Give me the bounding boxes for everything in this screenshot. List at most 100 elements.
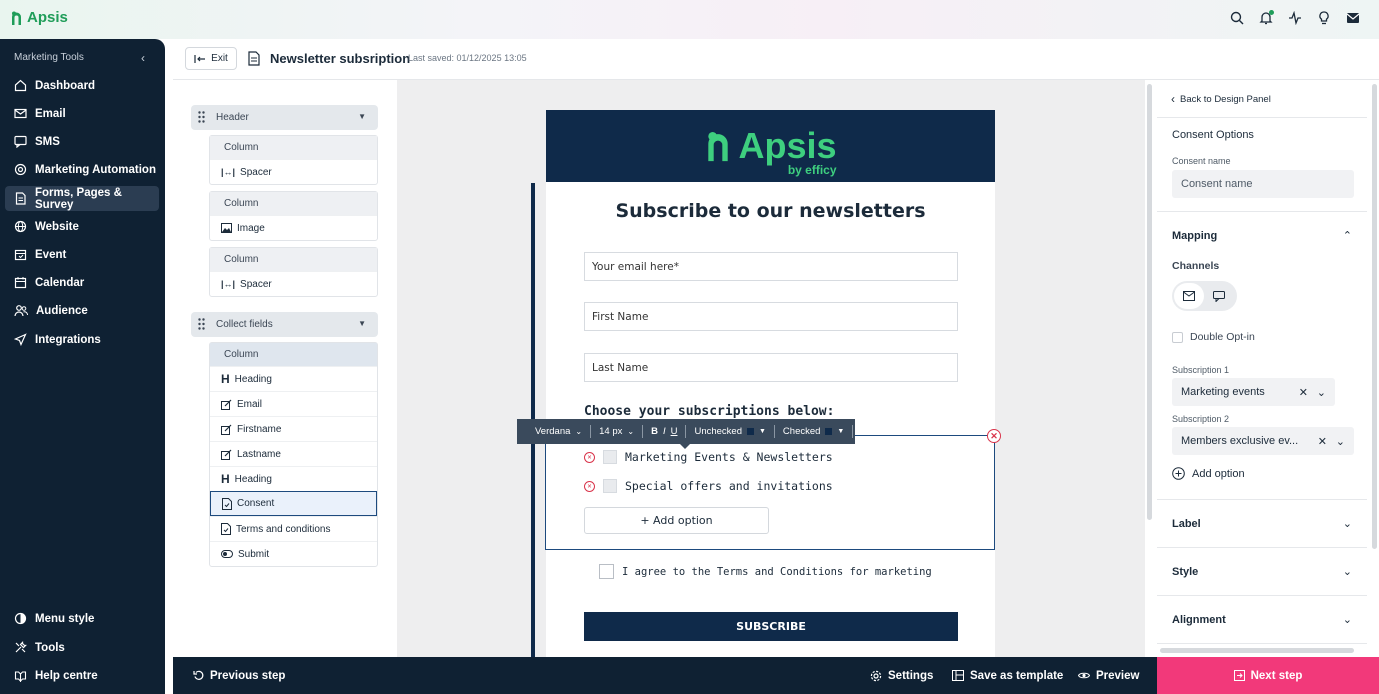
previous-step-button[interactable]: Previous step [193, 657, 285, 694]
column-card[interactable]: Column Image [209, 191, 378, 241]
block-row[interactable]: |↔| Spacer [210, 159, 377, 184]
option-label[interactable]: Marketing Events & Newsletters [625, 450, 833, 464]
sidebar-item-website[interactable]: Website [5, 214, 159, 239]
sidebar-item-forms-pages-survey[interactable]: Forms, Pages & Survey [5, 186, 159, 211]
divider [1157, 547, 1367, 548]
underline-button[interactable]: U [671, 426, 678, 437]
chevron-down-icon[interactable]: ⌄ [1336, 435, 1345, 448]
sms-channel-icon[interactable] [1204, 283, 1234, 309]
sidebar-item-integrations[interactable]: Integrations [5, 327, 159, 352]
option-checkbox[interactable] [603, 479, 617, 493]
block-row[interactable]: Submit [210, 541, 377, 566]
panel-scrollbar[interactable] [1372, 84, 1377, 549]
option-label[interactable]: Special offers and invitations [625, 479, 833, 493]
italic-button[interactable]: I [663, 426, 666, 437]
sidebar-item-label: Tools [35, 641, 65, 654]
canvas-scrollbar[interactable] [1147, 84, 1152, 520]
subscription-1-select[interactable]: Marketing events ✕ ⌄ [1172, 378, 1335, 406]
email-channel-icon[interactable] [1174, 283, 1204, 309]
save-as-template-button[interactable]: Save as template [952, 657, 1063, 694]
remove-option-icon[interactable]: ✕ [584, 451, 595, 463]
add-option-link[interactable]: Add option [1172, 467, 1245, 480]
last-name-field[interactable]: Last Name [584, 353, 958, 382]
double-optin-checkbox[interactable] [1172, 331, 1183, 343]
add-option-button[interactable]: + Add option [584, 507, 769, 534]
settings-button[interactable]: Settings [870, 657, 933, 694]
email-field[interactable]: Your email here* [584, 252, 958, 281]
bold-button[interactable]: B [651, 426, 658, 437]
block-row[interactable]: Firstname [210, 416, 377, 441]
sidebar-item-event[interactable]: Event [5, 242, 159, 267]
form-header-banner[interactable]: Apsis by efficy [546, 110, 995, 182]
sidebar-item-tools[interactable]: Tools [5, 635, 159, 660]
caret-down-icon[interactable]: ▼ [358, 319, 366, 328]
remove-block-icon[interactable]: ✕ [987, 429, 1001, 443]
exit-button[interactable]: Exit [185, 47, 237, 70]
back-to-design-panel-link[interactable]: ‹ Back to Design Panel [1171, 92, 1271, 106]
consent-option[interactable]: ✕ Marketing Events & Newsletters [584, 450, 833, 464]
add-option-label: Add option [1192, 467, 1245, 480]
block-row[interactable]: |↔| Spacer [210, 271, 377, 296]
sidebar-item-menu-style[interactable]: Menu style [5, 606, 159, 631]
sidebar-item-help-centre[interactable]: Help centre [5, 663, 159, 688]
divider [1157, 643, 1367, 644]
sidebar-item-sms[interactable]: SMS [5, 129, 159, 154]
apsis-logo[interactable]: Apsis [10, 9, 68, 26]
sidebar-item-marketing-automation[interactable]: Marketing Automation [5, 157, 159, 182]
column-card[interactable]: Column H Heading Email Firstname Lastname… [209, 342, 378, 567]
subscription-2-select[interactable]: Members exclusive ev... ✕ ⌄ [1172, 427, 1354, 455]
activity-icon[interactable] [1287, 10, 1303, 26]
checked-color-select[interactable]: Checked ▼ [775, 425, 854, 438]
option-checkbox[interactable] [603, 450, 617, 464]
search-icon[interactable] [1229, 10, 1245, 26]
drag-handle-icon[interactable] [198, 111, 205, 126]
remove-option-icon[interactable]: ✕ [584, 480, 595, 492]
sidebar-item-dashboard[interactable]: Dashboard [5, 73, 159, 98]
form-heading[interactable]: Subscribe to our newsletters [546, 200, 995, 222]
collect-fields-group[interactable]: Collect fields ▼ [191, 312, 378, 337]
bell-icon[interactable] [1258, 10, 1274, 26]
last-saved-text: Last saved: 01/12/2025 13:05 [408, 53, 527, 63]
column-card[interactable]: Column |↔| Spacer [209, 247, 378, 297]
clear-icon[interactable]: ✕ [1299, 386, 1308, 399]
label-section-header[interactable]: Label ⌄ [1172, 517, 1352, 531]
block-row-selected[interactable]: Consent [210, 491, 377, 516]
font-size-select[interactable]: 14 px ⌄ [591, 425, 644, 438]
clear-icon[interactable]: ✕ [1318, 435, 1327, 448]
column-label: Column [210, 343, 377, 366]
collapse-chevron-icon[interactable]: ‹ [141, 51, 145, 65]
caret-down-icon[interactable]: ▼ [358, 112, 366, 121]
header-group[interactable]: Header ▼ [191, 105, 378, 130]
alignment-section-header[interactable]: Alignment ⌄ [1172, 613, 1352, 627]
sidebar-item-email[interactable]: Email [5, 101, 159, 126]
next-step-button[interactable]: Next step [1157, 657, 1379, 694]
first-name-field[interactable]: First Name [584, 302, 958, 331]
column-card[interactable]: Column |↔| Spacer [209, 135, 378, 185]
double-optin-row[interactable]: Double Opt-in [1172, 331, 1255, 343]
consent-option[interactable]: ✕ Special offers and invitations [584, 479, 833, 493]
page-title[interactable]: Newsletter subsription [270, 51, 410, 66]
sidebar-item-audience[interactable]: Audience [5, 298, 159, 323]
subscribe-button[interactable]: SUBSCRIBE [584, 612, 958, 641]
block-row[interactable]: H Heading [210, 366, 377, 391]
block-row[interactable]: Email [210, 391, 377, 416]
block-row[interactable]: Terms and conditions [210, 516, 377, 541]
chevron-down-icon[interactable]: ⌄ [1317, 386, 1326, 399]
style-section-header[interactable]: Style ⌄ [1172, 565, 1352, 579]
terms-checkbox[interactable] [599, 564, 614, 579]
block-row[interactable]: H Heading [210, 466, 377, 491]
unchecked-color-select[interactable]: Unchecked ▼ [686, 425, 775, 438]
drag-handle-icon[interactable] [198, 318, 205, 333]
sidebar-item-calendar[interactable]: Calendar [5, 270, 159, 295]
subscriptions-heading[interactable]: Choose your subscriptions below: [584, 404, 834, 419]
block-row[interactable]: Lastname [210, 441, 377, 466]
inbox-icon[interactable] [1345, 10, 1361, 26]
preview-button[interactable]: Preview [1078, 657, 1139, 694]
panel-horizontal-scrollbar[interactable] [1160, 648, 1354, 653]
font-select[interactable]: Verdana ⌄ [527, 425, 592, 438]
mapping-section-header[interactable]: Mapping ⌃ [1172, 229, 1352, 243]
block-row[interactable]: Image [210, 215, 377, 240]
terms-checkbox-row[interactable]: I agree to the Terms and Conditions for … [599, 564, 932, 579]
consent-name-input[interactable]: Consent name [1172, 170, 1354, 198]
lightbulb-icon[interactable] [1316, 10, 1332, 26]
